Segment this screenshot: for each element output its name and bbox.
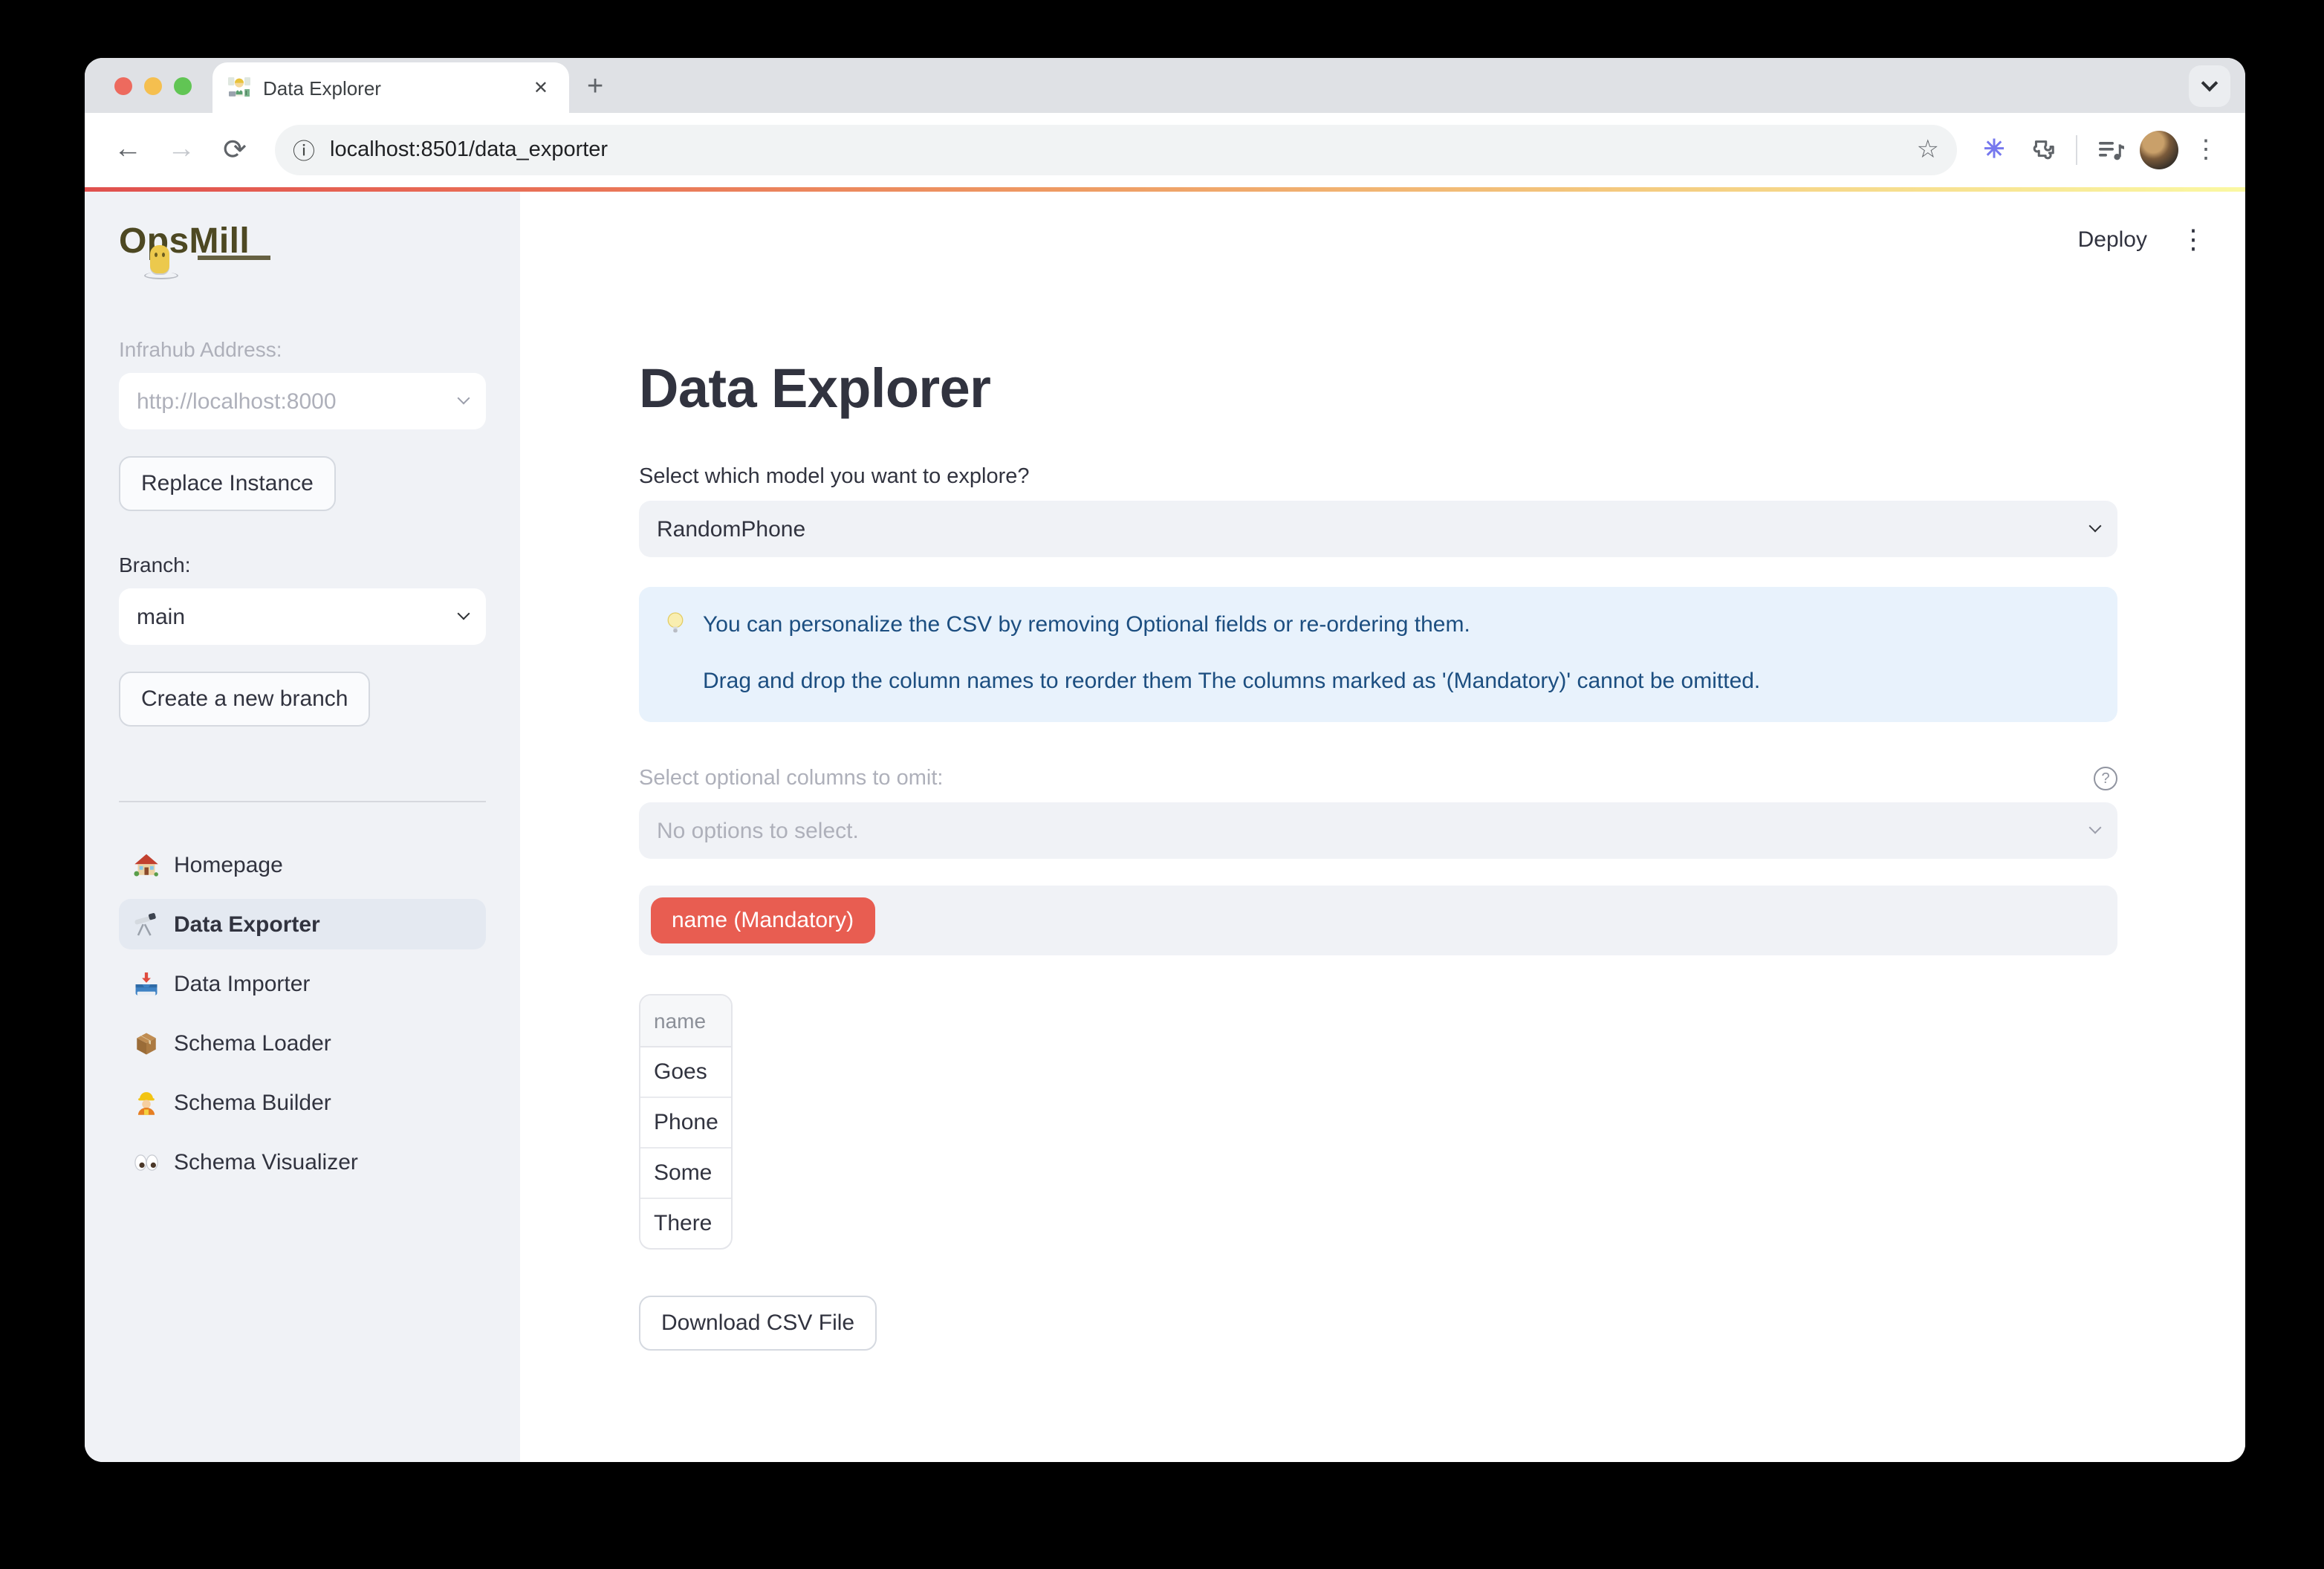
infrahub-address-value: http://localhost:8000 [137, 389, 459, 414]
deploy-button[interactable]: Deploy [2078, 227, 2147, 253]
profile-avatar[interactable] [2140, 131, 2178, 169]
opsmill-logo: OpsMill [119, 221, 486, 278]
browser-tab[interactable]: Data Explorer ✕ [212, 62, 569, 113]
chevron-down-icon [2089, 822, 2102, 834]
omit-columns-label: Select optional columns to omit: [639, 767, 943, 790]
table-row: There [640, 1199, 732, 1248]
sidebar-item-label: Data Exporter [174, 912, 320, 937]
sidebar-item-schema-builder[interactable]: Schema Builder [119, 1077, 486, 1128]
media-controls-icon[interactable] [2092, 131, 2131, 169]
construction-worker-icon [134, 1090, 159, 1115]
sidebar-item-label: Schema Visualizer [174, 1149, 358, 1175]
sidebar-item-data-exporter[interactable]: Data Exporter [119, 899, 486, 949]
branch-select[interactable]: main [119, 588, 486, 645]
logo-tagline [198, 256, 270, 259]
url-text[interactable]: localhost:8501/data_exporter [330, 138, 1901, 162]
chevron-down-icon [2089, 520, 2102, 533]
download-csv-button[interactable]: Download CSV File [639, 1296, 877, 1351]
forward-button[interactable]: → [159, 134, 204, 166]
browser-menu-icon[interactable]: ⋮ [2187, 135, 2224, 165]
sidebar-divider [119, 801, 486, 802]
extensions-puzzle-icon[interactable] [2022, 131, 2061, 169]
sidebar-item-schema-visualizer[interactable]: Schema Visualizer [119, 1137, 486, 1187]
branch-value: main [137, 604, 459, 629]
model-select-label: Select which model you want to explore? [639, 465, 2117, 489]
sidebar: OpsMill Infrahub Address: http://localho… [85, 192, 520, 1462]
house-icon [134, 852, 159, 877]
bookmark-star-icon[interactable]: ☆ [1917, 135, 1940, 165]
sidebar-item-label: Data Importer [174, 971, 310, 996]
table-row: Goes [640, 1047, 732, 1098]
eyes-icon [134, 1149, 159, 1175]
tab-search-button[interactable] [2189, 65, 2230, 107]
omit-columns-value: No options to select. [657, 818, 2091, 843]
sidebar-item-label: Schema Loader [174, 1030, 331, 1056]
sidebar-nav: Homepage Data Exporter [119, 839, 486, 1187]
sidebar-item-schema-loader[interactable]: Schema Loader [119, 1018, 486, 1068]
desktop: Data Explorer ✕ + ← → ⟳ ⓘ localhost:8501… [0, 0, 2324, 1569]
info-line-1: You can personalize the CSV by removing … [703, 612, 1470, 637]
app-area: OpsMill Infrahub Address: http://localho… [85, 192, 2245, 1462]
traffic-lights [114, 77, 192, 95]
help-icon[interactable]: ? [2094, 767, 2117, 790]
mandatory-column-pill[interactable]: name (Mandatory) [651, 897, 874, 943]
inbox-arrow-icon [134, 971, 159, 996]
tab-title: Data Explorer [263, 77, 516, 99]
tab-close-icon[interactable]: ✕ [528, 74, 554, 101]
table-row: Some [640, 1149, 732, 1199]
reload-button[interactable]: ⟳ [212, 133, 257, 167]
sidebar-item-data-importer[interactable]: Data Importer [119, 958, 486, 1009]
model-select-value: RandomPhone [657, 516, 2091, 542]
create-branch-button[interactable]: Create a new branch [119, 672, 371, 727]
infrahub-address-label: Infrahub Address: [119, 337, 486, 361]
info-box: You can personalize the CSV by removing … [639, 587, 2117, 722]
zoom-window-button[interactable] [174, 77, 192, 95]
toolbar-divider [2076, 135, 2077, 165]
tab-strip: Data Explorer ✕ + [85, 58, 2245, 113]
replace-instance-button[interactable]: Replace Instance [119, 456, 336, 511]
package-icon [134, 1030, 159, 1056]
site-info-icon[interactable]: ⓘ [293, 134, 315, 166]
browser-window: Data Explorer ✕ + ← → ⟳ ⓘ localhost:8501… [85, 58, 2245, 1462]
table-header-cell: name [640, 995, 732, 1047]
telescope-icon [134, 912, 159, 937]
preview-table: name Goes Phone Some There [639, 994, 733, 1250]
info-line-2: Drag and drop the column names to reorde… [703, 669, 2094, 694]
close-window-button[interactable] [114, 77, 132, 95]
branch-label: Branch: [119, 553, 486, 576]
lightbulb-icon [663, 611, 688, 636]
omit-columns-select[interactable]: No options to select. [639, 802, 2117, 859]
page-title: Data Explorer [639, 358, 2117, 420]
chevron-down-icon [458, 608, 470, 620]
column-order-strip: name (Mandatory) [639, 886, 2117, 955]
address-bar[interactable]: ⓘ localhost:8501/data_exporter ☆ [275, 125, 1957, 175]
infrahub-address-select[interactable]: http://localhost:8000 [119, 373, 486, 429]
sidebar-item-label: Schema Builder [174, 1090, 331, 1115]
new-tab-button[interactable]: + [587, 71, 603, 104]
minimize-window-button[interactable] [144, 77, 162, 95]
app-header: Deploy ⋮ [2078, 224, 2207, 256]
sidebar-item-homepage[interactable]: Homepage [119, 839, 486, 890]
chevron-down-icon [458, 392, 470, 405]
mascot-icon [150, 245, 169, 273]
favicon-person-at-laptop-icon [227, 76, 251, 100]
browser-toolbar: ← → ⟳ ⓘ localhost:8501/data_exporter ☆ ✳ [85, 113, 2245, 187]
main-content: Deploy ⋮ Data Explorer Select which mode… [520, 192, 2245, 1462]
model-select[interactable]: RandomPhone [639, 501, 2117, 557]
sidebar-item-label: Homepage [174, 852, 283, 877]
back-button[interactable]: ← [106, 134, 150, 166]
chevron-down-icon [2201, 75, 2218, 92]
table-row: Phone [640, 1098, 732, 1149]
app-menu-icon[interactable]: ⋮ [2180, 224, 2207, 256]
extension-asterisk-icon[interactable]: ✳ [1975, 131, 2013, 169]
